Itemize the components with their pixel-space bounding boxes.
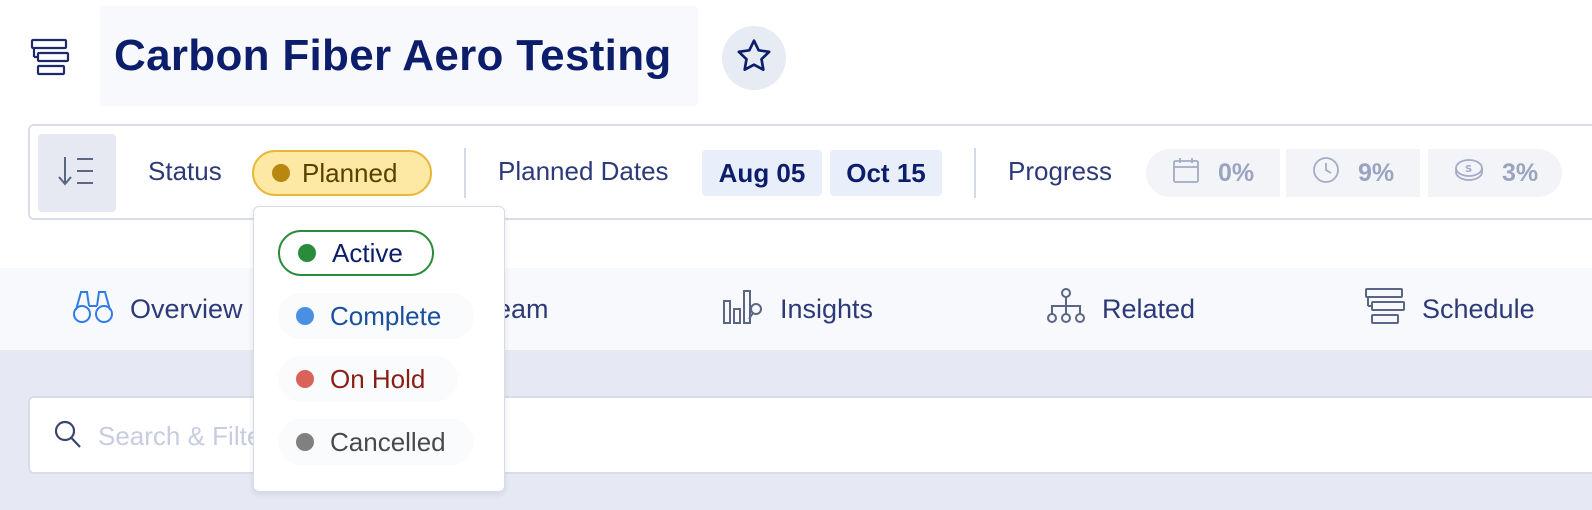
hierarchy-icon (1046, 287, 1086, 332)
status-dropdown-trigger[interactable]: Planned (252, 150, 432, 196)
schedule-progress-value: 0% (1218, 158, 1255, 187)
status-label: Status (148, 156, 222, 186)
svg-text:S: S (1465, 164, 1472, 175)
tab-insights[interactable]: Insights (722, 268, 873, 350)
binoculars-icon (72, 288, 114, 331)
star-icon (734, 36, 774, 81)
sort-button[interactable] (38, 134, 116, 212)
status-value: Planned (302, 157, 398, 188)
status-option-on-hold[interactable]: On Hold (278, 356, 458, 402)
status-option-complete[interactable]: Complete (278, 293, 474, 339)
option-label: Active (332, 237, 403, 268)
planned-dates-label: Planned Dates (498, 156, 669, 186)
tab-schedule[interactable]: Schedule (1364, 268, 1535, 350)
status-dot (296, 370, 314, 388)
status-option-cancelled[interactable]: Cancelled (278, 419, 474, 465)
tab-label: Schedule (1422, 293, 1535, 324)
time-progress-chip[interactable]: 9% (1286, 149, 1420, 197)
favorite-button[interactable] (722, 26, 786, 90)
clock-icon (1312, 156, 1340, 191)
search-input[interactable] (96, 412, 1000, 460)
insights-icon (722, 287, 764, 332)
time-progress-value: 9% (1358, 158, 1395, 187)
divider (974, 148, 976, 198)
tab-related[interactable]: Related (1046, 268, 1195, 350)
status-dot (298, 244, 316, 262)
status-dot (296, 433, 314, 451)
option-label: Cancelled (330, 426, 446, 457)
option-label: Complete (330, 300, 442, 331)
gantt-icon (30, 38, 70, 76)
end-date-chip[interactable]: Oct 15 (830, 150, 942, 196)
sort-descending-icon (57, 154, 97, 193)
start-date-chip[interactable]: Aug 05 (702, 150, 822, 196)
schedule-progress-chip[interactable]: 0% (1146, 149, 1280, 197)
divider (464, 148, 466, 198)
budget-progress-chip[interactable]: S 3% (1428, 149, 1562, 197)
gantt-icon (1364, 287, 1406, 332)
search-icon (54, 420, 82, 455)
page-title[interactable]: Carbon Fiber Aero Testing (100, 6, 698, 106)
tabs-background (18, 268, 58, 350)
status-option-active[interactable]: Active (278, 230, 434, 276)
tab-label: Related (1102, 293, 1196, 324)
budget-progress-value: 3% (1502, 158, 1539, 187)
status-dot (296, 307, 314, 325)
tab-overview[interactable]: Overview (72, 268, 243, 350)
tab-label: Insights (780, 293, 874, 324)
progress-label: Progress (1008, 156, 1113, 186)
option-label: On Hold (330, 363, 426, 394)
coins-icon: S (1454, 157, 1484, 190)
status-dot (272, 164, 290, 182)
calendar-icon (1172, 156, 1200, 191)
tab-label: Overview (130, 293, 243, 324)
